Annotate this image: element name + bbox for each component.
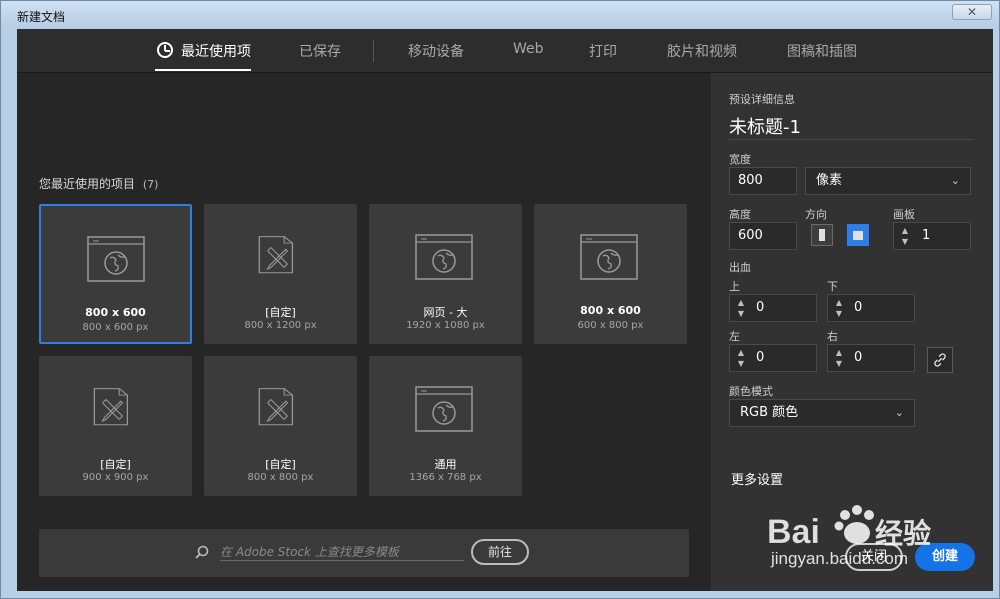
orientation-label: 方向 xyxy=(805,208,827,221)
landscape-orientation-button[interactable] xyxy=(847,224,869,246)
portrait-orientation-button[interactable] xyxy=(811,224,833,246)
tab-separator xyxy=(373,40,374,62)
tab-mobile[interactable]: 移动设备 xyxy=(408,41,464,61)
bleed-right-stepper[interactable]: ▲ ▼ 0 xyxy=(827,344,915,372)
card-name: 800 x 600 xyxy=(85,306,146,319)
web-globe-icon xyxy=(87,236,145,282)
web-globe-icon xyxy=(415,386,473,432)
recent-card[interactable]: 网页 - 大 1920 x 1080 px xyxy=(369,204,522,344)
new-document-dialog: 最近使用项 已保存 移动设备 Web 打印 胶片和视频 图稿和插图 您最近使用的… xyxy=(17,29,993,591)
width-field[interactable]: 800 xyxy=(729,167,797,195)
bleed-left-stepper[interactable]: ▲ ▼ 0 xyxy=(729,344,817,372)
active-tab-underline xyxy=(155,69,251,71)
stepper-arrows-icon[interactable]: ▲ ▼ xyxy=(834,347,844,369)
stepper-arrows-icon[interactable]: ▲ ▼ xyxy=(900,225,910,247)
pencil-ruler-doc-icon xyxy=(93,388,129,426)
title-underline xyxy=(729,139,973,140)
color-mode-value: RGB 颜色 xyxy=(740,405,799,420)
document-title-input[interactable]: 未标题-1 xyxy=(729,113,801,139)
artboards-value: 1 xyxy=(922,228,931,243)
card-size: 1366 x 768 px xyxy=(409,472,482,483)
unit-select[interactable]: 像素 ⌄ xyxy=(805,167,971,195)
recent-count: (7) xyxy=(142,178,159,191)
bleed-left-value: 0 xyxy=(756,350,765,365)
card-name: 800 x 600 xyxy=(580,304,641,317)
card-size: 600 x 800 px xyxy=(577,320,644,331)
portrait-icon xyxy=(819,229,825,241)
stepper-arrows-icon[interactable]: ▲ ▼ xyxy=(834,297,844,319)
create-button[interactable]: 创建 xyxy=(915,543,975,571)
bleed-top-stepper[interactable]: ▲ ▼ 0 xyxy=(729,294,817,322)
bleed-bottom-label: 下 xyxy=(827,280,838,293)
stock-search-bar: 前往 xyxy=(39,529,689,577)
tab-saved[interactable]: 已保存 xyxy=(299,41,341,61)
recent-card[interactable]: [自定] 800 x 800 px xyxy=(204,356,357,496)
tab-recent[interactable]: 最近使用项 xyxy=(181,41,251,61)
card-size: 900 x 900 px xyxy=(82,472,149,483)
preset-section-label: 预设详细信息 xyxy=(729,93,795,106)
close-window-button[interactable]: ✕ xyxy=(952,4,992,20)
chevron-down-icon: ⌄ xyxy=(950,174,960,187)
preset-details-panel: 预设详细信息 未标题-1 宽度 800 像素 ⌄ 高度 600 方向 画板 ▲ ▼… xyxy=(711,73,993,591)
height-label: 高度 xyxy=(729,208,751,221)
recent-card[interactable]: 800 x 600 800 x 600 px xyxy=(39,204,192,344)
chevron-down-icon: ⌄ xyxy=(894,406,904,419)
stepper-arrows-icon[interactable]: ▲ ▼ xyxy=(736,347,746,369)
title-bar: 新建文档 ✕ xyxy=(1,1,999,29)
height-field[interactable]: 600 xyxy=(729,222,797,250)
recent-card[interactable]: [自定] 800 x 1200 px xyxy=(204,204,357,344)
artboards-stepper[interactable]: ▲ ▼ 1 xyxy=(893,222,971,250)
bleed-bottom-value: 0 xyxy=(854,300,863,315)
bleed-bottom-stepper[interactable]: ▲ ▼ 0 xyxy=(827,294,915,322)
card-name: [自定] xyxy=(100,458,131,471)
card-size: 1920 x 1080 px xyxy=(406,320,485,331)
web-globe-icon xyxy=(580,234,638,280)
bleed-label: 出血 xyxy=(729,261,751,274)
tab-art-illustration[interactable]: 图稿和插图 xyxy=(787,41,857,61)
bleed-top-label: 上 xyxy=(729,280,740,293)
card-size: 800 x 600 px xyxy=(82,322,149,333)
width-label: 宽度 xyxy=(729,153,751,166)
bleed-right-value: 0 xyxy=(854,350,863,365)
recent-card[interactable]: 通用 1366 x 768 px xyxy=(369,356,522,496)
artboards-label: 画板 xyxy=(893,208,915,221)
tab-film-video[interactable]: 胶片和视频 xyxy=(667,41,737,61)
card-name: [自定] xyxy=(265,458,296,471)
pencil-ruler-doc-icon xyxy=(258,236,294,274)
stock-search-input[interactable] xyxy=(220,543,464,561)
recent-card[interactable]: [自定] 900 x 900 px xyxy=(39,356,192,496)
more-settings-link[interactable]: 更多设置 xyxy=(731,469,783,488)
unit-value: 像素 xyxy=(816,173,843,188)
recent-heading-text: 您最近使用的项目 xyxy=(39,177,136,191)
card-size: 800 x 1200 px xyxy=(244,320,317,331)
color-mode-select[interactable]: RGB 颜色 ⌄ xyxy=(729,399,915,427)
landscape-icon xyxy=(853,231,863,240)
go-button[interactable]: 前往 xyxy=(471,539,529,565)
card-name: 网页 - 大 xyxy=(423,306,468,319)
color-mode-label: 颜色模式 xyxy=(729,385,773,398)
link-bleed-button[interactable] xyxy=(927,347,953,373)
link-icon xyxy=(934,353,946,367)
pencil-ruler-doc-icon xyxy=(258,388,294,426)
tab-web[interactable]: Web xyxy=(513,41,544,57)
recent-items-heading: 您最近使用的项目 (7) xyxy=(39,175,158,192)
tab-print[interactable]: 打印 xyxy=(589,41,617,61)
recent-card[interactable]: 800 x 600 600 x 800 px xyxy=(534,204,687,344)
new-document-window: 新建文档 ✕ 最近使用项 已保存 移动设备 Web 打印 胶片和视频 图稿和插图… xyxy=(0,0,1000,599)
bleed-right-label: 右 xyxy=(827,330,838,343)
web-globe-icon xyxy=(415,234,473,280)
search-icon xyxy=(195,545,209,559)
watermark-url: jingyan.baidu.com xyxy=(771,549,909,568)
category-tabs: 最近使用项 已保存 移动设备 Web 打印 胶片和视频 图稿和插图 xyxy=(17,29,993,73)
bleed-left-label: 左 xyxy=(729,330,740,343)
card-size: 800 x 800 px xyxy=(247,472,314,483)
clock-icon xyxy=(157,42,173,58)
card-name: 通用 xyxy=(434,458,457,471)
card-name: [自定] xyxy=(265,306,296,319)
window-title: 新建文档 xyxy=(17,10,66,24)
bleed-top-value: 0 xyxy=(756,300,765,315)
stepper-arrows-icon[interactable]: ▲ ▼ xyxy=(736,297,746,319)
